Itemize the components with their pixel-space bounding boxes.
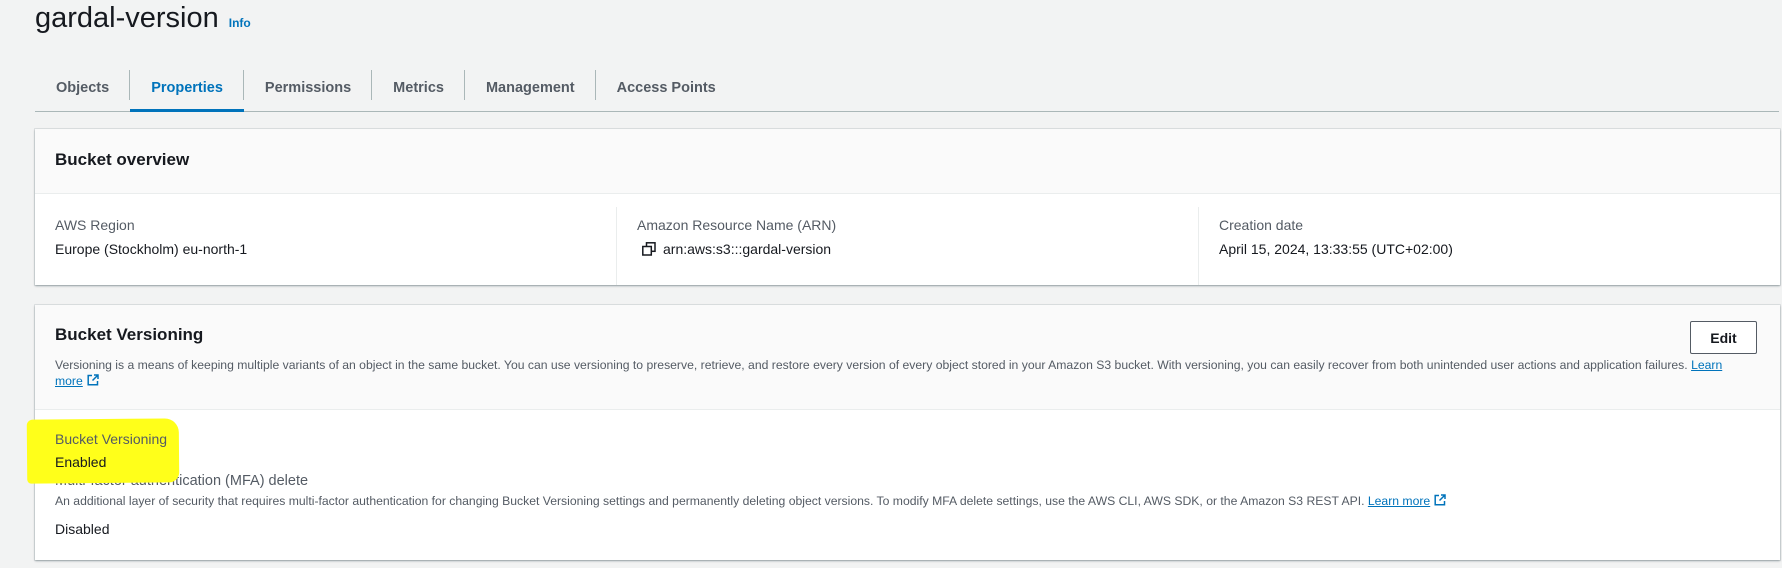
bucket-overview-panel: Bucket overview AWS Region Europe (Stock… [35,129,1780,285]
tab-objects[interactable]: Objects [35,64,131,111]
overview-details: AWS Region Europe (Stockholm) eu-north-1… [35,194,1780,285]
page-header: gardal-version Info [35,2,251,35]
learn-more-label: Learn more [1367,494,1431,508]
versioning-description-text: Versioning is a means of keeping multipl… [55,358,1688,372]
tab-management[interactable]: Management [465,64,596,111]
page-title: gardal-version [35,2,219,34]
tab-label: Objects [56,79,110,96]
bucket-versioning-panel: Bucket Versioning Edit Versioning is a m… [26,305,1780,560]
mfa-delete-value: Disabled [55,521,110,537]
region-label: AWS Region [55,217,135,233]
versioning-details: Bucket Versioning Enabled Multi-factor a… [26,410,1780,537]
versioning-description: Versioning is a means of keeping multipl… [55,357,1735,389]
tab-bar: Objects Properties Permissions Metrics M… [35,64,1779,112]
arn-field: Amazon Resource Name (ARN) arn:aws:s3:::… [616,207,1198,285]
versioning-status-label: Bucket Versioning [55,431,168,447]
tab-label: Access Points [616,79,716,96]
tab-access-points[interactable]: Access Points [596,64,737,111]
panel-title: Bucket Versioning [55,325,204,344]
panel-title: Bucket overview [55,150,190,169]
tab-label: Permissions [264,79,352,96]
external-link-icon [87,374,99,386]
region-value: Europe (Stockholm) eu-north-1 [55,241,248,257]
mfa-delete-label: Multi-factor authentication (MFA) delete [55,473,309,489]
tab-properties[interactable]: Properties [130,64,244,112]
creation-date-label: Creation date [1219,217,1304,233]
versioning-status-value: Enabled [55,454,107,470]
panel-header: Bucket overview [35,129,1780,194]
external-link-icon [1434,494,1446,506]
copy-icon[interactable] [642,242,656,256]
creation-date-field: Creation date April 15, 2024, 13:33:55 (… [1198,207,1780,285]
tab-label: Metrics [393,79,444,96]
tab-label: Management [485,79,575,96]
region-field: AWS Region Europe (Stockholm) eu-north-1 [35,207,616,285]
edit-button[interactable]: Edit [1690,321,1757,354]
mfa-description-text: An additional layer of security that req… [55,494,1365,508]
tab-permissions[interactable]: Permissions [244,64,373,111]
panel-header: Bucket Versioning Edit Versioning is a m… [35,305,1780,410]
arn-value: arn:aws:s3:::gardal-version [663,241,832,257]
creation-date-value: April 15, 2024, 13:33:55 (UTC+02:00) [1219,241,1453,257]
mfa-description: An additional layer of security that req… [55,494,1760,508]
mfa-learn-more-link[interactable]: Learn more [1368,494,1446,508]
tab-label: Properties [151,79,223,96]
tab-metrics[interactable]: Metrics [372,64,465,111]
arn-label: Amazon Resource Name (ARN) [637,217,837,233]
info-link[interactable]: Info [229,16,251,30]
